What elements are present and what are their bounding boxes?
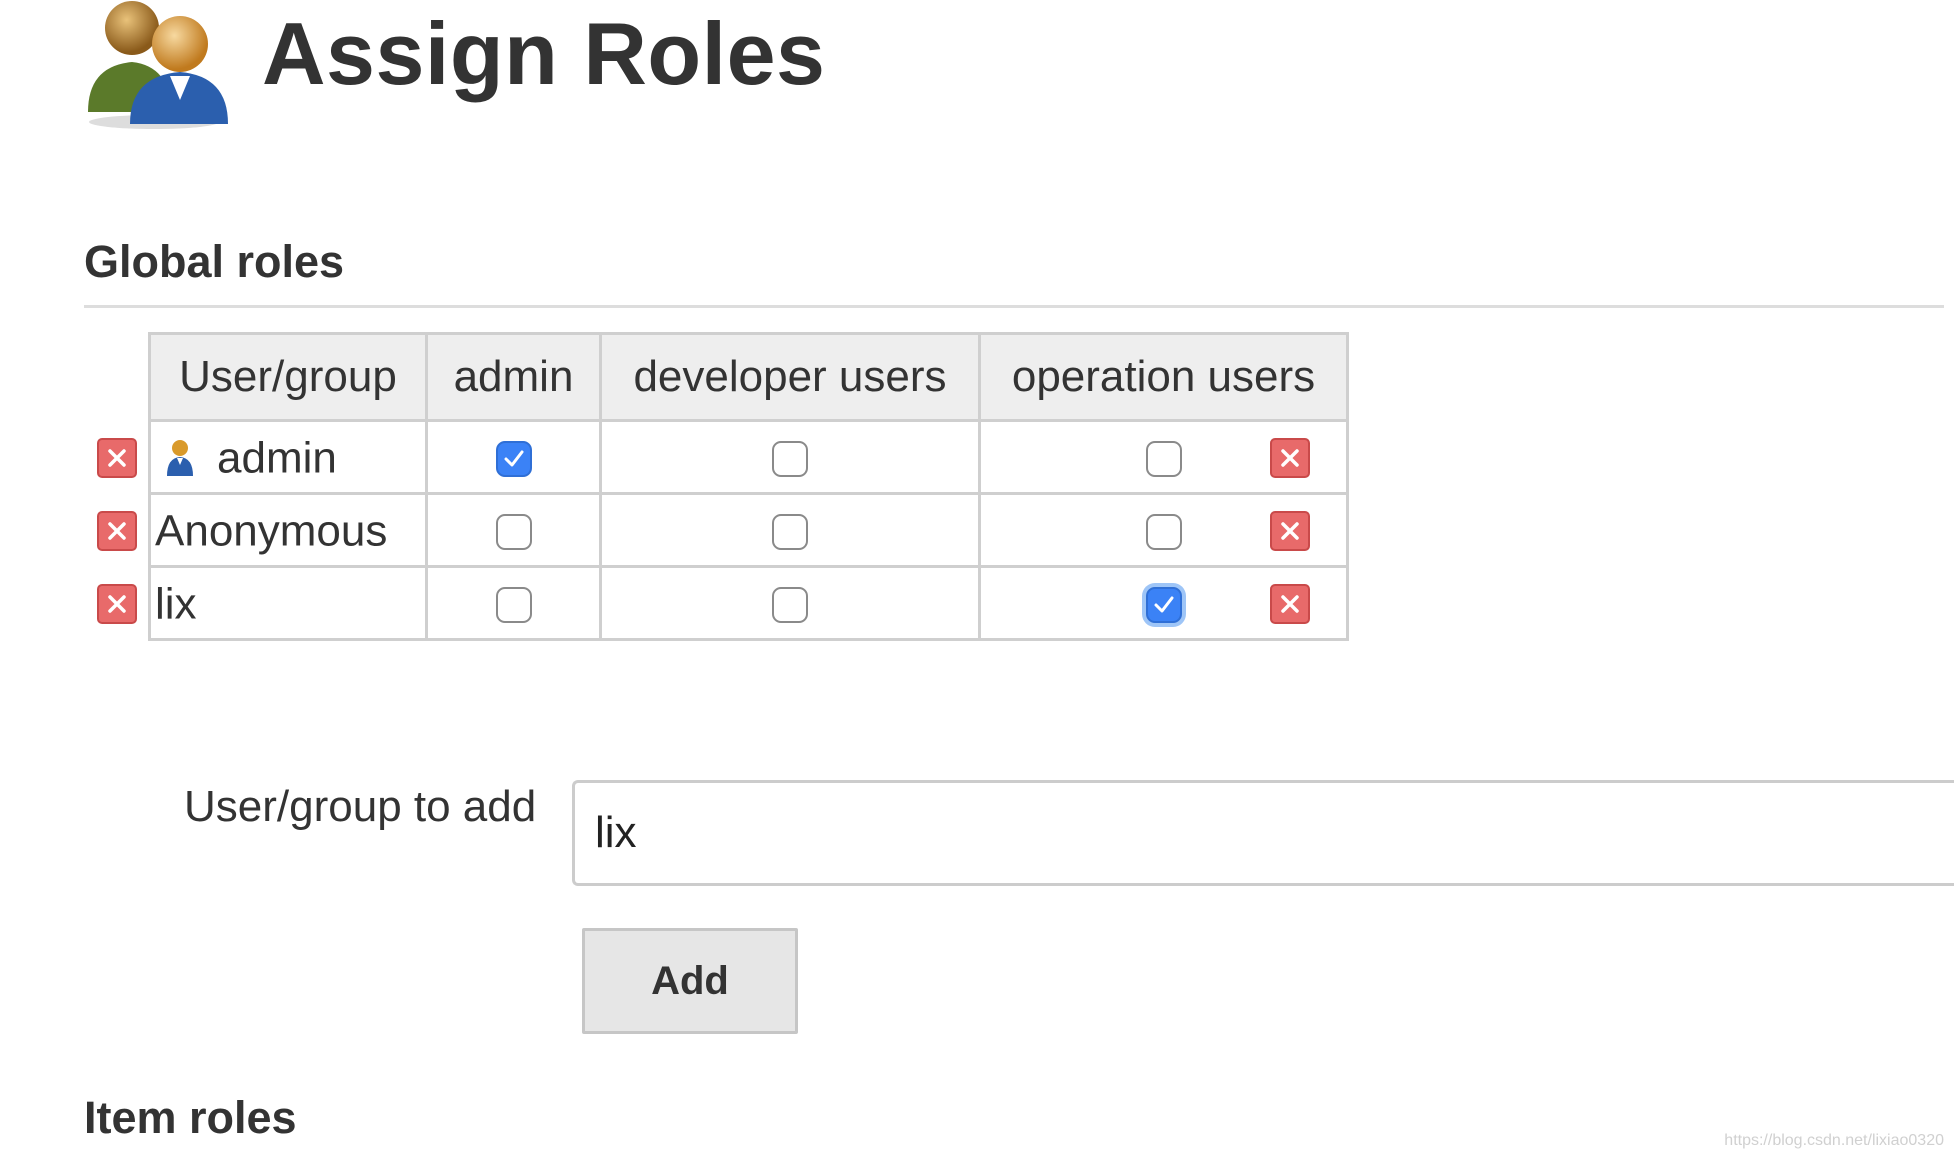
delete-row-lix-left-icon[interactable] [97, 584, 137, 624]
user-name: admin [217, 433, 337, 483]
assign-roles-page: Assign Roles Global roles User/group adm… [0, 0, 1954, 1160]
user-name: Anonymous [155, 506, 388, 556]
column-header-admin: admin [425, 332, 602, 422]
delete-row-anonymous-left-icon[interactable] [97, 511, 137, 551]
watermark: https://blog.csdn.net/lixiao0320 [1724, 1132, 1944, 1149]
checkbox-admin-operation-users[interactable] [1145, 441, 1182, 478]
table-row: Anonymous [148, 492, 1349, 568]
table-header-row: User/group admin developer users operati… [148, 332, 1349, 422]
user-cell-anonymous: Anonymous [148, 492, 428, 568]
delete-row-admin-left-icon[interactable] [97, 438, 137, 478]
section-divider [84, 305, 1944, 308]
checkbox-admin-admin[interactable] [495, 441, 532, 478]
checkbox-lix-admin[interactable] [495, 587, 532, 624]
checkmark-icon [504, 450, 523, 467]
user-cell-lix: lix [148, 565, 428, 641]
delete-row-anonymous-right-icon[interactable] [1270, 511, 1310, 551]
users-group-icon [88, 1, 228, 129]
page-title: Assign Roles [262, 4, 826, 103]
delete-row-admin-right-icon[interactable] [1270, 438, 1310, 478]
checkbox-lix-operation-users[interactable] [1145, 587, 1182, 624]
checkbox-admin-developer-users[interactable] [772, 441, 808, 478]
column-header-operation-users: operation users [978, 332, 1349, 422]
add-user-group-input[interactable] [572, 780, 1954, 886]
user-icon [167, 440, 193, 477]
user-cell-admin: admin [148, 419, 428, 495]
checkbox-lix-developer-users[interactable] [772, 587, 808, 624]
user-name: lix [155, 579, 197, 629]
table-row: lix [148, 565, 1349, 641]
global-roles-heading: Global roles [84, 236, 345, 287]
checkmark-icon [1154, 596, 1173, 613]
add-button[interactable]: Add [582, 928, 798, 1034]
global-roles-table: User/group admin developer users operati… [148, 332, 1349, 641]
column-header-user-group: User/group [148, 332, 428, 422]
add-user-group-label: User/group to add [184, 782, 537, 831]
checkbox-anonymous-operation-users[interactable] [1145, 514, 1182, 551]
checkbox-anonymous-admin[interactable] [495, 514, 532, 551]
checkbox-anonymous-developer-users[interactable] [772, 514, 808, 551]
delete-row-lix-right-icon[interactable] [1270, 584, 1310, 624]
item-roles-heading: Item roles [84, 1092, 297, 1143]
table-row: admin [148, 419, 1349, 495]
column-header-developer-users: developer users [599, 332, 981, 422]
